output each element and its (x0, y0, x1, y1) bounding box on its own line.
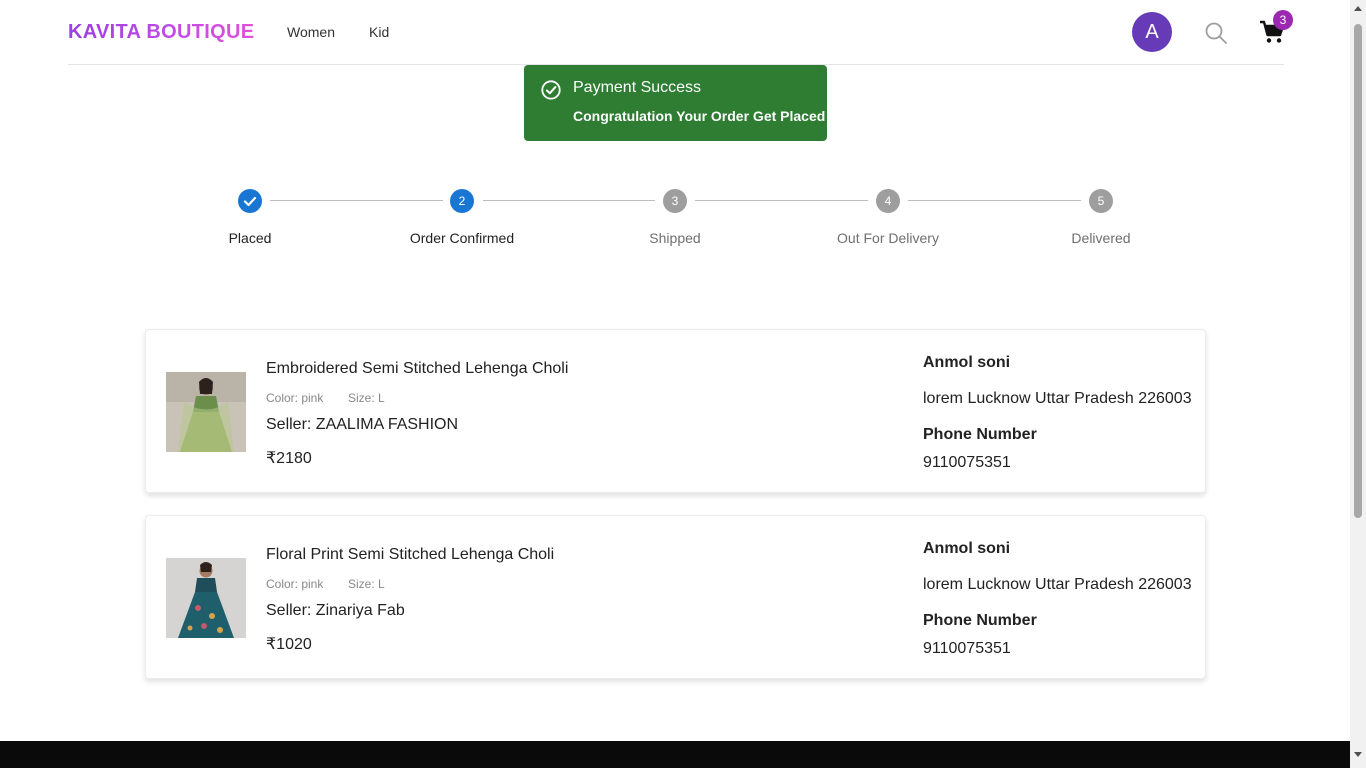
product-size: Size: L (348, 391, 385, 405)
page-footer (0, 741, 1350, 768)
step-connector (483, 200, 655, 201)
product-seller: Seller: ZAALIMA FASHION (266, 416, 459, 433)
step-label-out-for-delivery: Out For Delivery (837, 230, 939, 246)
product-price: ₹2180 (266, 450, 312, 467)
scroll-down-arrow-icon[interactable] (1354, 752, 1362, 757)
customer-address: lorem Lucknow Uttar Pradesh 226003 (923, 576, 1192, 593)
customer-address: lorem Lucknow Uttar Pradesh 226003 (923, 390, 1192, 407)
order-stepper: 2 3 4 5 Placed Order Confirmed Shipped O… (0, 0, 1366, 260)
order-item-card[interactable]: Embroidered Semi Stitched Lehenga Choli … (145, 329, 1206, 493)
phone-number: 9110075351 (923, 454, 1011, 471)
step-connector (908, 200, 1081, 201)
phone-number: 9110075351 (923, 640, 1011, 657)
product-seller: Seller: Zinariya Fab (266, 602, 405, 619)
product-title[interactable]: Floral Print Semi Stitched Lehenga Choli (266, 546, 554, 564)
order-item-card[interactable]: Floral Print Semi Stitched Lehenga Choli… (145, 515, 1206, 679)
step-2-number: 2 (450, 189, 474, 213)
step-5-number: 5 (1089, 189, 1113, 213)
product-title[interactable]: Embroidered Semi Stitched Lehenga Choli (266, 360, 568, 378)
customer-name: Anmol soni (923, 354, 1011, 371)
phone-label: Phone Number (923, 612, 1037, 629)
product-image[interactable] (166, 372, 246, 452)
scrollbar-thumb[interactable] (1354, 24, 1362, 518)
step-label-placed: Placed (228, 230, 272, 246)
customer-name: Anmol soni (923, 540, 1011, 557)
step-connector (270, 200, 443, 201)
step-label-delivered: Delivered (1071, 230, 1131, 246)
product-color: Color: pink (266, 391, 324, 405)
step-placed-check-icon (238, 189, 262, 213)
step-connector (695, 200, 868, 201)
step-label-order-confirmed: Order Confirmed (409, 230, 515, 246)
vertical-scrollbar[interactable] (1350, 0, 1366, 768)
step-label-shipped: Shipped (649, 230, 701, 246)
step-4-number: 4 (876, 189, 900, 213)
product-size: Size: L (348, 577, 385, 591)
product-color: Color: pink (266, 577, 324, 591)
product-image[interactable] (166, 558, 246, 638)
scroll-up-arrow-icon[interactable] (1354, 6, 1362, 11)
step-3-number: 3 (663, 189, 687, 213)
product-price: ₹1020 (266, 636, 312, 653)
phone-label: Phone Number (923, 426, 1037, 443)
